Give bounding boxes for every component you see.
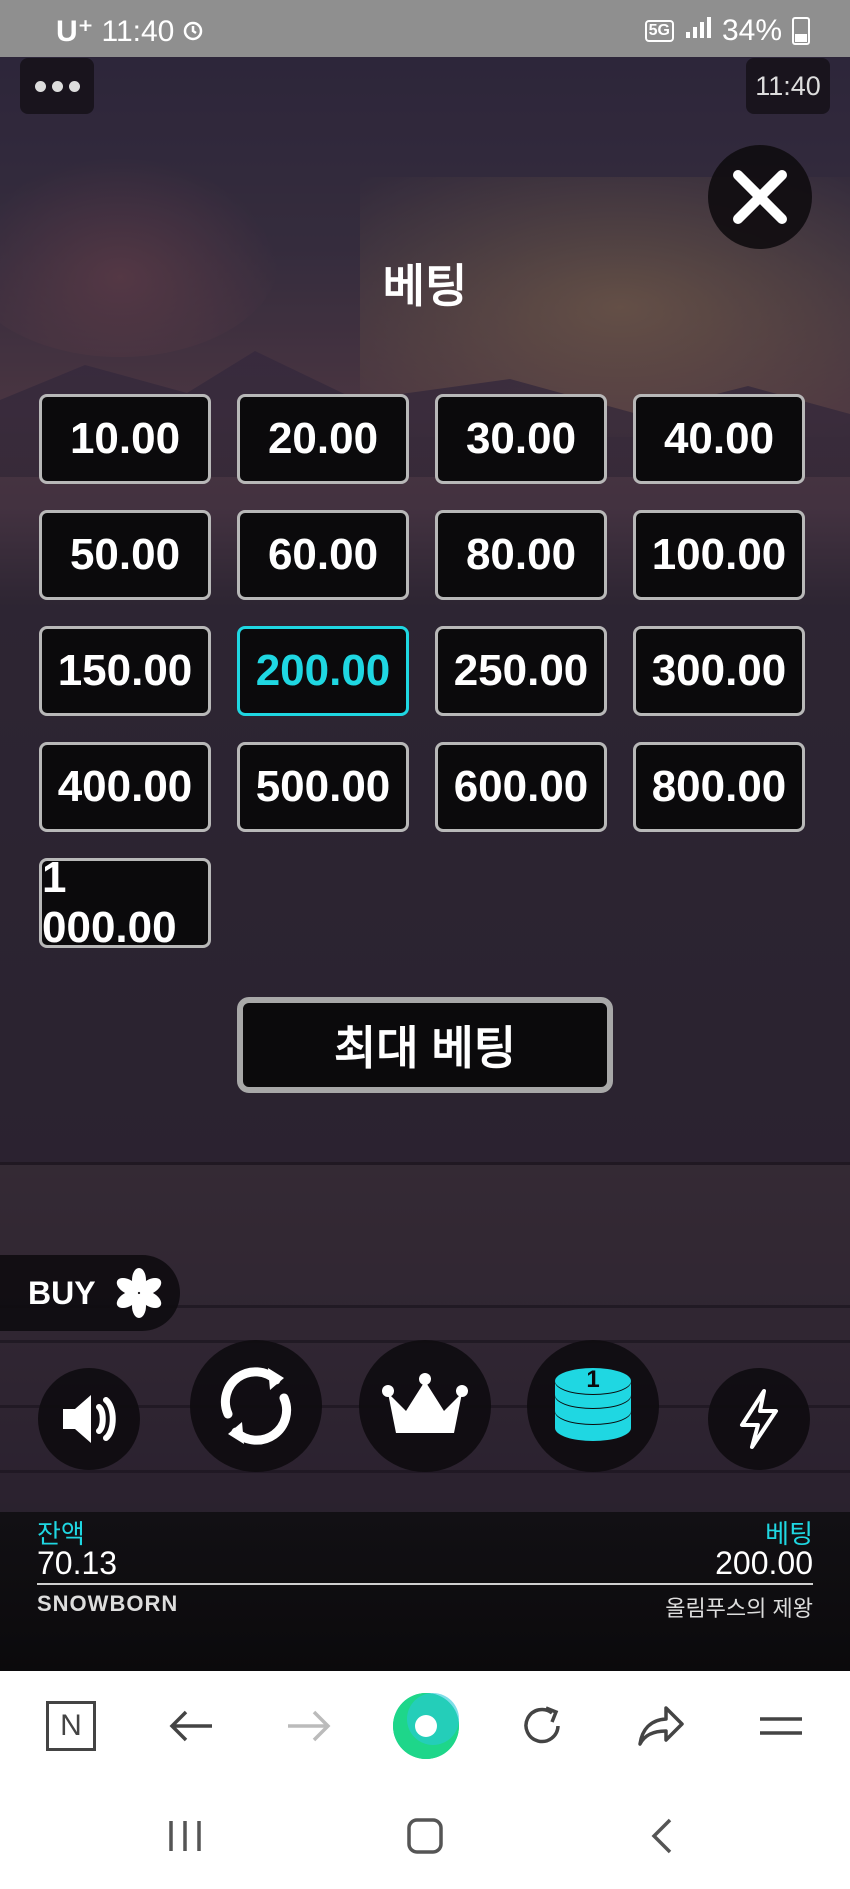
lightning-icon (740, 1389, 778, 1449)
close-button[interactable] (708, 145, 812, 249)
sound-button[interactable] (38, 1368, 140, 1470)
crown-icon (382, 1373, 468, 1433)
coin-badge: 1 (586, 1366, 600, 1393)
system-back-button[interactable] (636, 1811, 686, 1861)
back-button[interactable] (166, 1701, 216, 1751)
bet-option-button[interactable]: 10.00 (39, 394, 211, 484)
bet-option-button[interactable]: 250.00 (435, 626, 607, 716)
recent-apps-button[interactable] (160, 1811, 210, 1861)
system-nav-bar (0, 1781, 850, 1889)
bet-option-button[interactable]: 500.00 (237, 742, 409, 832)
menu-button[interactable] (20, 58, 94, 114)
bet-option-button[interactable]: 400.00 (39, 742, 211, 832)
bet-option-button[interactable]: 600.00 (435, 742, 607, 832)
naver-home-button[interactable]: N (46, 1701, 96, 1751)
bet-option-button[interactable]: 150.00 (39, 626, 211, 716)
browser-menu-button[interactable] (756, 1701, 806, 1751)
max-bet-button[interactable]: 최대 베팅 (237, 997, 613, 1093)
bet-panel-title: 베팅 (382, 260, 468, 312)
status-bar: U⁺ 11:40 5G 34% (0, 0, 850, 57)
refresh-icon (220, 1367, 292, 1445)
carrier-label: U⁺ (56, 15, 94, 48)
bet-option-button[interactable]: 20.00 (237, 394, 409, 484)
arrow-left-icon (169, 1710, 212, 1742)
bet-option-button[interactable]: 40.00 (633, 394, 805, 484)
reload-icon (524, 1706, 560, 1744)
info-divider (37, 1583, 813, 1585)
recent-apps-icon (169, 1821, 201, 1851)
home-icon (407, 1818, 443, 1854)
buy-feature-button[interactable]: BUY (0, 1255, 180, 1331)
chevron-left-icon (651, 1818, 672, 1854)
turbo-button[interactable] (708, 1368, 810, 1470)
speaker-icon (63, 1395, 116, 1443)
battery-percent: 34% (721, 14, 782, 47)
bet-option-button[interactable]: 60.00 (237, 510, 409, 600)
browser-toolbar: N (0, 1671, 850, 1781)
alarm-icon (182, 15, 204, 49)
bet-option-button[interactable]: 50.00 (39, 510, 211, 600)
asterisk-icon (116, 1268, 161, 1318)
game-name: 올림푸스의 제왕 (665, 1596, 813, 1621)
naver-home-icon: N (60, 1709, 82, 1742)
bet-option-button[interactable]: 300.00 (633, 626, 805, 716)
status-time: 11:40 (101, 14, 175, 48)
bonus-button[interactable] (359, 1340, 491, 1472)
network-5g-icon: 5G (644, 20, 674, 42)
bet-button[interactable]: 1 (527, 1340, 659, 1472)
share-icon (638, 1706, 684, 1746)
brand-label: SNOWBORN (37, 1591, 179, 1616)
home-button[interactable] (400, 1811, 450, 1861)
green-dot-icon (393, 1693, 459, 1759)
bet-option-button[interactable]: 80.00 (435, 510, 607, 600)
arrow-right-icon (288, 1710, 331, 1742)
forward-button[interactable] (284, 1701, 334, 1751)
game-clock: 11:40 (746, 58, 830, 114)
reload-button[interactable] (517, 1701, 567, 1751)
green-dot-button[interactable] (393, 1693, 459, 1759)
bet-option-button[interactable]: 200.00 (237, 626, 409, 716)
bet-option-button[interactable]: 1 000.00 (39, 853, 211, 952)
battery-icon (792, 17, 810, 45)
bet-value: 200.00 (715, 1545, 813, 1581)
bet-option-button[interactable]: 30.00 (435, 394, 607, 484)
share-button[interactable] (636, 1701, 686, 1751)
balance-value: 70.13 (37, 1545, 118, 1581)
bet-option-button[interactable]: 100.00 (633, 510, 805, 600)
spin-button[interactable] (190, 1340, 322, 1472)
hamburger-icon (760, 1717, 802, 1735)
buy-label: BUY (28, 1274, 96, 1311)
bet-option-button[interactable]: 800.00 (633, 742, 805, 832)
signal-icon (684, 14, 712, 48)
close-icon (733, 170, 787, 224)
